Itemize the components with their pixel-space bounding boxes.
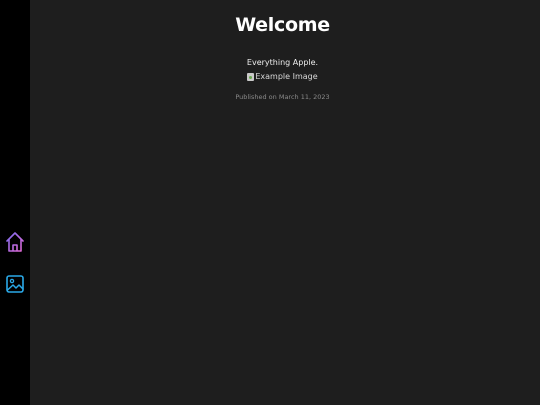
broken-image-placeholder: Example Image <box>247 72 318 81</box>
tagline-text: Everything Apple. <box>246 58 319 67</box>
example-image: Example Image <box>30 72 535 83</box>
image-gallery-icon <box>6 275 24 293</box>
app-window: Welcome Everything Apple. Example Image … <box>0 0 540 405</box>
broken-image-icon <box>247 72 255 81</box>
published-date: Published on March 11, 2023 <box>235 93 330 101</box>
main-content: Welcome Everything Apple. Example Image … <box>30 0 540 405</box>
sidebar <box>0 0 30 405</box>
sidebar-item-home[interactable] <box>4 230 26 254</box>
page-title: Welcome <box>235 14 330 36</box>
image-alt-text: Example Image <box>255 72 318 81</box>
home-icon <box>6 232 24 252</box>
sidebar-item-gallery[interactable] <box>4 272 26 296</box>
